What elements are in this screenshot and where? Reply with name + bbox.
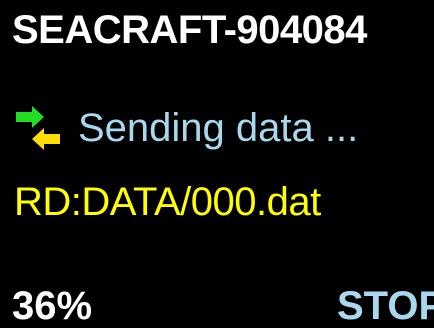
- incoming-arrow-icon: [32, 128, 60, 150]
- status-text: Sending data ...: [78, 105, 359, 150]
- status-row: Sending data ...: [14, 98, 358, 158]
- file-path: RD:DATA/000.dat: [14, 180, 321, 224]
- outgoing-arrow-icon: [16, 106, 44, 128]
- device-title: SEACRAFT-904084: [12, 8, 367, 52]
- stop-button[interactable]: STOP: [337, 284, 434, 328]
- transfer-arrows-icon: [16, 106, 60, 150]
- device-screen: SEACRAFT-904084 Sending data ... RD:DATA…: [0, 0, 434, 328]
- progress-percent: 36%: [12, 284, 93, 328]
